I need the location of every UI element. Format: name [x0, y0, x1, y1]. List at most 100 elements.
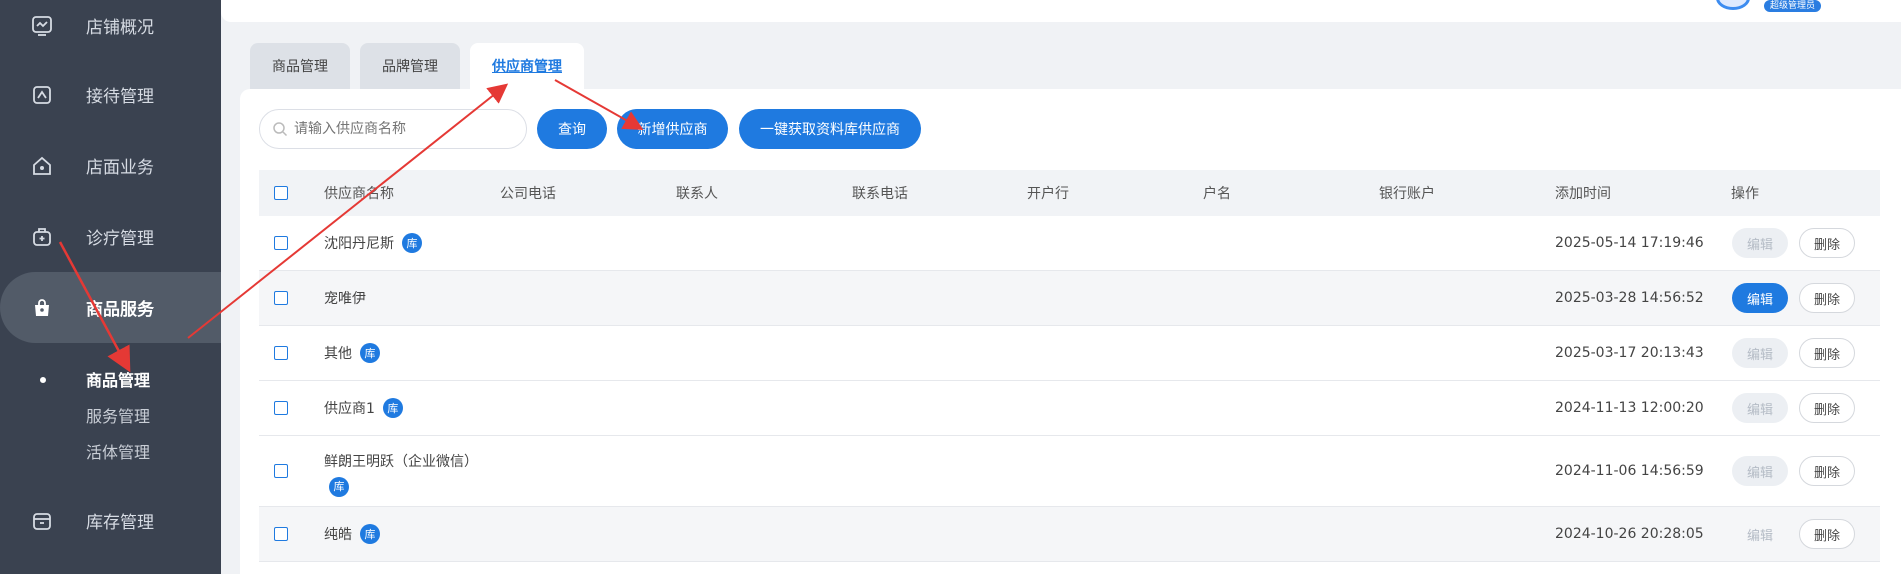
select-all-cell: [274, 170, 288, 216]
sidebar-item-overview[interactable]: 店铺概况: [0, 0, 221, 61]
delete-button[interactable]: 删除: [1799, 519, 1855, 549]
sidebar-item-inventory[interactable]: 库存管理: [0, 485, 221, 556]
reception-icon: [30, 83, 54, 107]
delete-button[interactable]: 删除: [1799, 456, 1855, 486]
search-icon: [272, 121, 288, 137]
edit-button[interactable]: 编辑: [1732, 519, 1788, 549]
column-header: 银行账户: [1379, 186, 1435, 202]
sidebar-subitem-goods[interactable]: 商品管理: [86, 367, 150, 391]
edit-button[interactable]: 编辑: [1732, 228, 1788, 258]
inventory-icon: [30, 509, 54, 533]
table-row: 其他库 2025-03-17 20:13:43 编辑 删除: [259, 326, 1880, 381]
supplier-name: 纯皓: [324, 527, 352, 543]
sidebar-item-label: 接待管理: [86, 87, 154, 107]
added-time: 2025-03-28 14:56:52: [1555, 290, 1704, 306]
role-badge: 超级管理员: [1764, 0, 1822, 12]
sidebar-item-label: 库存管理: [86, 513, 154, 533]
store-icon: [30, 154, 54, 178]
supplier-name-cell: 供应商1 库: [324, 381, 403, 435]
fetch-library-supplier-button[interactable]: 一键获取资料库供应商: [739, 109, 921, 149]
library-tag: 库: [360, 524, 380, 544]
delete-button[interactable]: 删除: [1799, 338, 1855, 368]
column-header: 添加时间: [1555, 186, 1611, 202]
column-header: 供应商名称: [324, 186, 394, 202]
column-header: 户名: [1203, 186, 1231, 202]
row-checkbox-cell: [274, 216, 288, 270]
row-checkbox[interactable]: [274, 401, 288, 415]
table-row: 宠唯伊 2025-03-28 14:56:52 编辑 删除: [259, 271, 1880, 326]
row-checkbox[interactable]: [274, 236, 288, 250]
row-checkbox[interactable]: [274, 464, 288, 478]
supplier-name: 其他: [324, 346, 352, 362]
added-time: 2024-11-06 14:56:59: [1555, 463, 1704, 479]
search-box[interactable]: [259, 109, 527, 149]
active-dot: [40, 377, 46, 383]
delete-button[interactable]: 删除: [1799, 283, 1855, 313]
library-tag: 库: [402, 233, 422, 253]
added-time: 2024-11-13 12:00:20: [1555, 400, 1704, 416]
row-checkbox[interactable]: [274, 291, 288, 305]
add-supplier-button[interactable]: 新增供应商: [617, 109, 728, 149]
tab-brand[interactable]: 品牌管理: [360, 43, 460, 89]
added-time: 2025-03-17 20:13:43: [1555, 345, 1704, 361]
sidebar-item-label: 商品服务: [86, 300, 154, 320]
row-checkbox-cell: [274, 507, 288, 561]
sidebar-submenu: 商品管理 服务管理 活体管理: [0, 343, 221, 473]
table-row: 供应商1 库 2024-11-13 12:00:20 编辑 删除: [259, 381, 1880, 436]
query-button[interactable]: 查询: [537, 109, 607, 149]
sidebar-item-goods-service[interactable]: 商品服务: [0, 272, 221, 343]
medical-kit-icon: [30, 225, 54, 249]
library-tag: 库: [360, 343, 380, 363]
sidebar: 店铺概况 接待管理 店面业务 诊疗管理 商品服务 商品管理 服务管理 活体管理: [0, 0, 221, 574]
shopping-bag-icon: [30, 296, 54, 320]
tab-supplier-label: 供应商管理: [492, 59, 562, 75]
supplier-name: 鲜朗王明跃（企业微信）: [324, 454, 478, 470]
sidebar-item-label: 店面业务: [86, 158, 154, 178]
supplier-name: 沈阳丹尼斯: [324, 236, 394, 252]
supplier-name-cell: 纯皓库: [324, 507, 380, 561]
avatar[interactable]: [1716, 0, 1750, 10]
row-checkbox-cell: [274, 436, 288, 506]
table-row: 纯皓库 2024-10-26 20:28:05 编辑 删除: [259, 507, 1880, 562]
select-all-checkbox[interactable]: [274, 186, 288, 200]
supplier-name-cell: 鲜朗王明跃（企业微信） 库: [324, 450, 478, 498]
tab-supplier[interactable]: 供应商管理: [470, 43, 584, 89]
library-tag: 库: [329, 477, 349, 497]
sidebar-item-label: 店铺概况: [86, 18, 154, 38]
column-header: 开户行: [1027, 186, 1069, 202]
sidebar-subitem-service[interactable]: 服务管理: [86, 403, 150, 427]
added-time: 2024-10-26 20:28:05: [1555, 526, 1704, 542]
sidebar-item-store[interactable]: 店面业务: [0, 130, 221, 201]
supplier-name-cell: 宠唯伊: [324, 271, 366, 325]
row-checkbox-cell: [274, 271, 288, 325]
column-header: 操作: [1731, 186, 1759, 202]
row-checkbox[interactable]: [274, 346, 288, 360]
row-checkbox-cell: [274, 326, 288, 380]
edit-button[interactable]: 编辑: [1732, 456, 1788, 486]
top-header: 超级管理员: [221, 0, 1901, 22]
tab-bar: 商品管理 品牌管理 供应商管理: [250, 43, 584, 89]
column-header: 联系电话: [852, 186, 908, 202]
sidebar-subitem-live[interactable]: 活体管理: [86, 439, 150, 463]
edit-button[interactable]: 编辑: [1732, 338, 1788, 368]
edit-button[interactable]: 编辑: [1732, 283, 1788, 313]
table-row: 鲜朗王明跃（企业微信） 库 2024-11-06 14:56:59 编辑 删除: [259, 436, 1880, 507]
tab-goods[interactable]: 商品管理: [250, 43, 350, 89]
row-checkbox[interactable]: [274, 527, 288, 541]
delete-button[interactable]: 删除: [1799, 228, 1855, 258]
dashboard-icon: [30, 14, 54, 38]
delete-button[interactable]: 删除: [1799, 393, 1855, 423]
library-tag: 库: [382, 398, 403, 418]
column-header: 联系人: [676, 186, 718, 202]
sidebar-item-reception[interactable]: 接待管理: [0, 59, 221, 130]
column-header: 公司电话: [500, 186, 556, 202]
supplier-name: 供应商1: [324, 401, 375, 417]
search-input[interactable]: [294, 121, 514, 137]
supplier-name-cell: 其他库: [324, 326, 380, 380]
sidebar-item-medical[interactable]: 诊疗管理: [0, 201, 221, 272]
added-time: 2025-05-14 17:19:46: [1555, 235, 1704, 251]
edit-button[interactable]: 编辑: [1732, 393, 1788, 423]
sidebar-item-label: 诊疗管理: [86, 229, 154, 249]
supplier-name: 宠唯伊: [324, 291, 366, 307]
table-header: 供应商名称 公司电话 联系人 联系电话 开户行 户名 银行账户 添加时间 操作: [259, 170, 1880, 216]
